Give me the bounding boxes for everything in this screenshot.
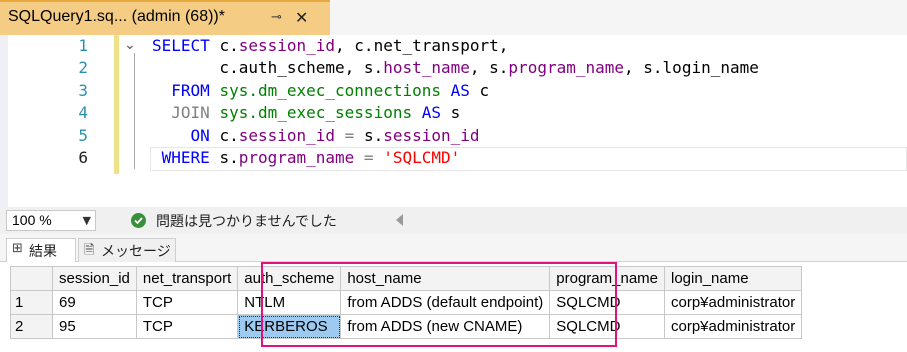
tab-messages[interactable]: 🗎 メッセージ xyxy=(78,238,176,262)
line-number: 6 xyxy=(78,148,88,167)
grid-cell[interactable]: SQLCMD xyxy=(549,290,665,315)
row-number-cell[interactable]: 2 xyxy=(10,314,53,339)
code-token: c.auth_scheme, s. xyxy=(152,58,384,78)
code-token: JOIN xyxy=(152,103,220,123)
check-circle-icon xyxy=(131,213,146,228)
grid-corner-header[interactable] xyxy=(10,266,53,291)
column-header-program-name[interactable]: program_name xyxy=(549,266,665,291)
code-token: c. xyxy=(219,125,239,145)
column-header-auth-scheme[interactable]: auth_scheme xyxy=(237,266,342,291)
code-token: sys.dm_exec_connections xyxy=(219,80,441,100)
code-token: AS xyxy=(441,80,480,100)
code-token: WHERE xyxy=(152,148,220,167)
tab-results[interactable]: ⊞ 結果 xyxy=(6,238,76,262)
query-tab[interactable]: SQLQuery1.sq... (admin (68))* ⊸ ✕ xyxy=(0,0,330,35)
table-row[interactable]: 2 95 TCP KERBEROS from ADDS (new CNAME) SQLCM… xyxy=(10,314,803,339)
grid-cell[interactable]: TCP xyxy=(135,290,239,315)
grid-cell[interactable]: from ADDS (new CNAME) xyxy=(340,314,551,339)
grid-cell[interactable]: SQLCMD xyxy=(549,314,665,339)
code-line[interactable]: ON c.session_id = s.session_id xyxy=(152,125,480,147)
code-token: program_name xyxy=(508,58,625,78)
query-editor[interactable]: 123456 ⌄ SELECT c.session_id, c.net_tran… xyxy=(0,35,907,207)
document-tab-strip: SQLQuery1.sq... (admin (68))* ⊸ ✕ xyxy=(0,0,907,35)
code-token: c. xyxy=(219,36,239,55)
row-number-cell[interactable]: 1 xyxy=(10,290,53,315)
message-document-icon: 🗎 xyxy=(84,243,95,258)
code-token: , s. xyxy=(469,58,509,78)
editor-status-row: 100 % ▼ 問題は見つかりませんでした xyxy=(0,207,907,234)
grid-cell[interactable]: 95 xyxy=(52,314,137,339)
fold-guide-line xyxy=(134,53,135,169)
grid-icon: ⊞ xyxy=(12,241,23,256)
line-number: 4 xyxy=(78,103,88,123)
code-token: s xyxy=(450,103,461,123)
code-token: session_id xyxy=(238,36,336,55)
code-token: program_name xyxy=(238,148,355,167)
tab-results-label: 結果 xyxy=(29,244,57,260)
code-token: SELECT xyxy=(152,36,220,55)
code-token: ON xyxy=(152,125,220,145)
grid-cell[interactable]: corp¥administrator xyxy=(663,314,803,339)
query-tab-title[interactable]: SQLQuery1.sq... (admin (68))* xyxy=(8,8,225,26)
code-token: , c.net_transport, xyxy=(335,36,509,55)
line-number: 5 xyxy=(78,125,88,145)
code-token: s. xyxy=(363,125,384,145)
column-header-host-name[interactable]: host_name xyxy=(340,266,551,291)
grid-cell[interactable]: TCP xyxy=(135,314,239,339)
grid-cell[interactable]: from ADDS (default endpoint) xyxy=(340,290,551,315)
code-token: c xyxy=(479,80,490,100)
grid-cell[interactable]: NTLM xyxy=(237,290,342,315)
code-line[interactable]: JOIN sys.dm_exec_sessions AS s xyxy=(152,102,460,124)
grid-cell[interactable]: corp¥administrator xyxy=(663,290,803,315)
code-line[interactable]: SELECT c.session_id, c.net_transport, xyxy=(152,35,508,57)
column-header-session-id[interactable]: session_id xyxy=(52,266,137,291)
code-line[interactable]: c.auth_scheme, s.host_name, s.program_na… xyxy=(152,57,759,79)
pin-icon[interactable]: ⊸ xyxy=(271,10,282,25)
line-number: 3 xyxy=(78,80,88,100)
zoom-value: 100 % xyxy=(12,212,52,228)
fold-chevron-down-icon[interactable]: ⌄ xyxy=(124,37,136,53)
code-token: 'SQLCMD' xyxy=(383,148,461,167)
code-token: , s.login_name xyxy=(624,58,759,78)
result-tab-strip: ⊞ 結果 🗎 メッセージ xyxy=(0,234,907,262)
line-number: 2 xyxy=(78,58,88,78)
code-token: AS xyxy=(412,103,451,123)
code-token: host_name xyxy=(383,58,470,78)
table-row[interactable]: 1 69 TCP NTLM from ADDS (default endpoint) SQ… xyxy=(10,290,803,315)
grid-cell[interactable]: 69 xyxy=(52,290,137,315)
code-token: = xyxy=(335,125,364,145)
status-message: 問題は見つかりませんでした xyxy=(156,214,337,230)
close-icon[interactable]: ✕ xyxy=(295,8,308,27)
grid-header-row: session_id net_transport auth_scheme host_n… xyxy=(10,266,803,291)
code-line[interactable]: WHERE s.program_name = 'SQLCMD' xyxy=(152,147,461,169)
column-header-login-name[interactable]: login_name xyxy=(663,266,803,291)
dropdown-arrow-icon[interactable]: ▼ xyxy=(83,211,91,230)
editor-left-margin xyxy=(0,35,8,207)
code-token: FROM xyxy=(152,80,220,100)
code-token: sys.dm_exec_sessions xyxy=(219,103,413,123)
code-line[interactable]: FROM sys.dm_exec_connections AS c xyxy=(152,80,489,102)
results-grid[interactable]: session_id net_transport auth_scheme host_n… xyxy=(10,266,803,339)
line-number: 1 xyxy=(78,36,88,55)
code-token: = xyxy=(354,148,384,167)
tab-messages-label: メッセージ xyxy=(101,244,171,260)
column-header-net-transport[interactable]: net_transport xyxy=(135,266,239,291)
code-token: s. xyxy=(219,148,239,167)
zoom-select[interactable]: 100 % ▼ xyxy=(6,210,96,231)
change-tracking-bar xyxy=(114,35,119,174)
results-grid-area: session_id net_transport auth_scheme host_n… xyxy=(0,262,907,352)
scroll-left-arrow-icon[interactable] xyxy=(396,214,403,226)
grid-cell[interactable]: KERBEROS xyxy=(237,314,342,339)
code-token: session_id xyxy=(238,125,336,145)
code-token: session_id xyxy=(383,125,480,145)
